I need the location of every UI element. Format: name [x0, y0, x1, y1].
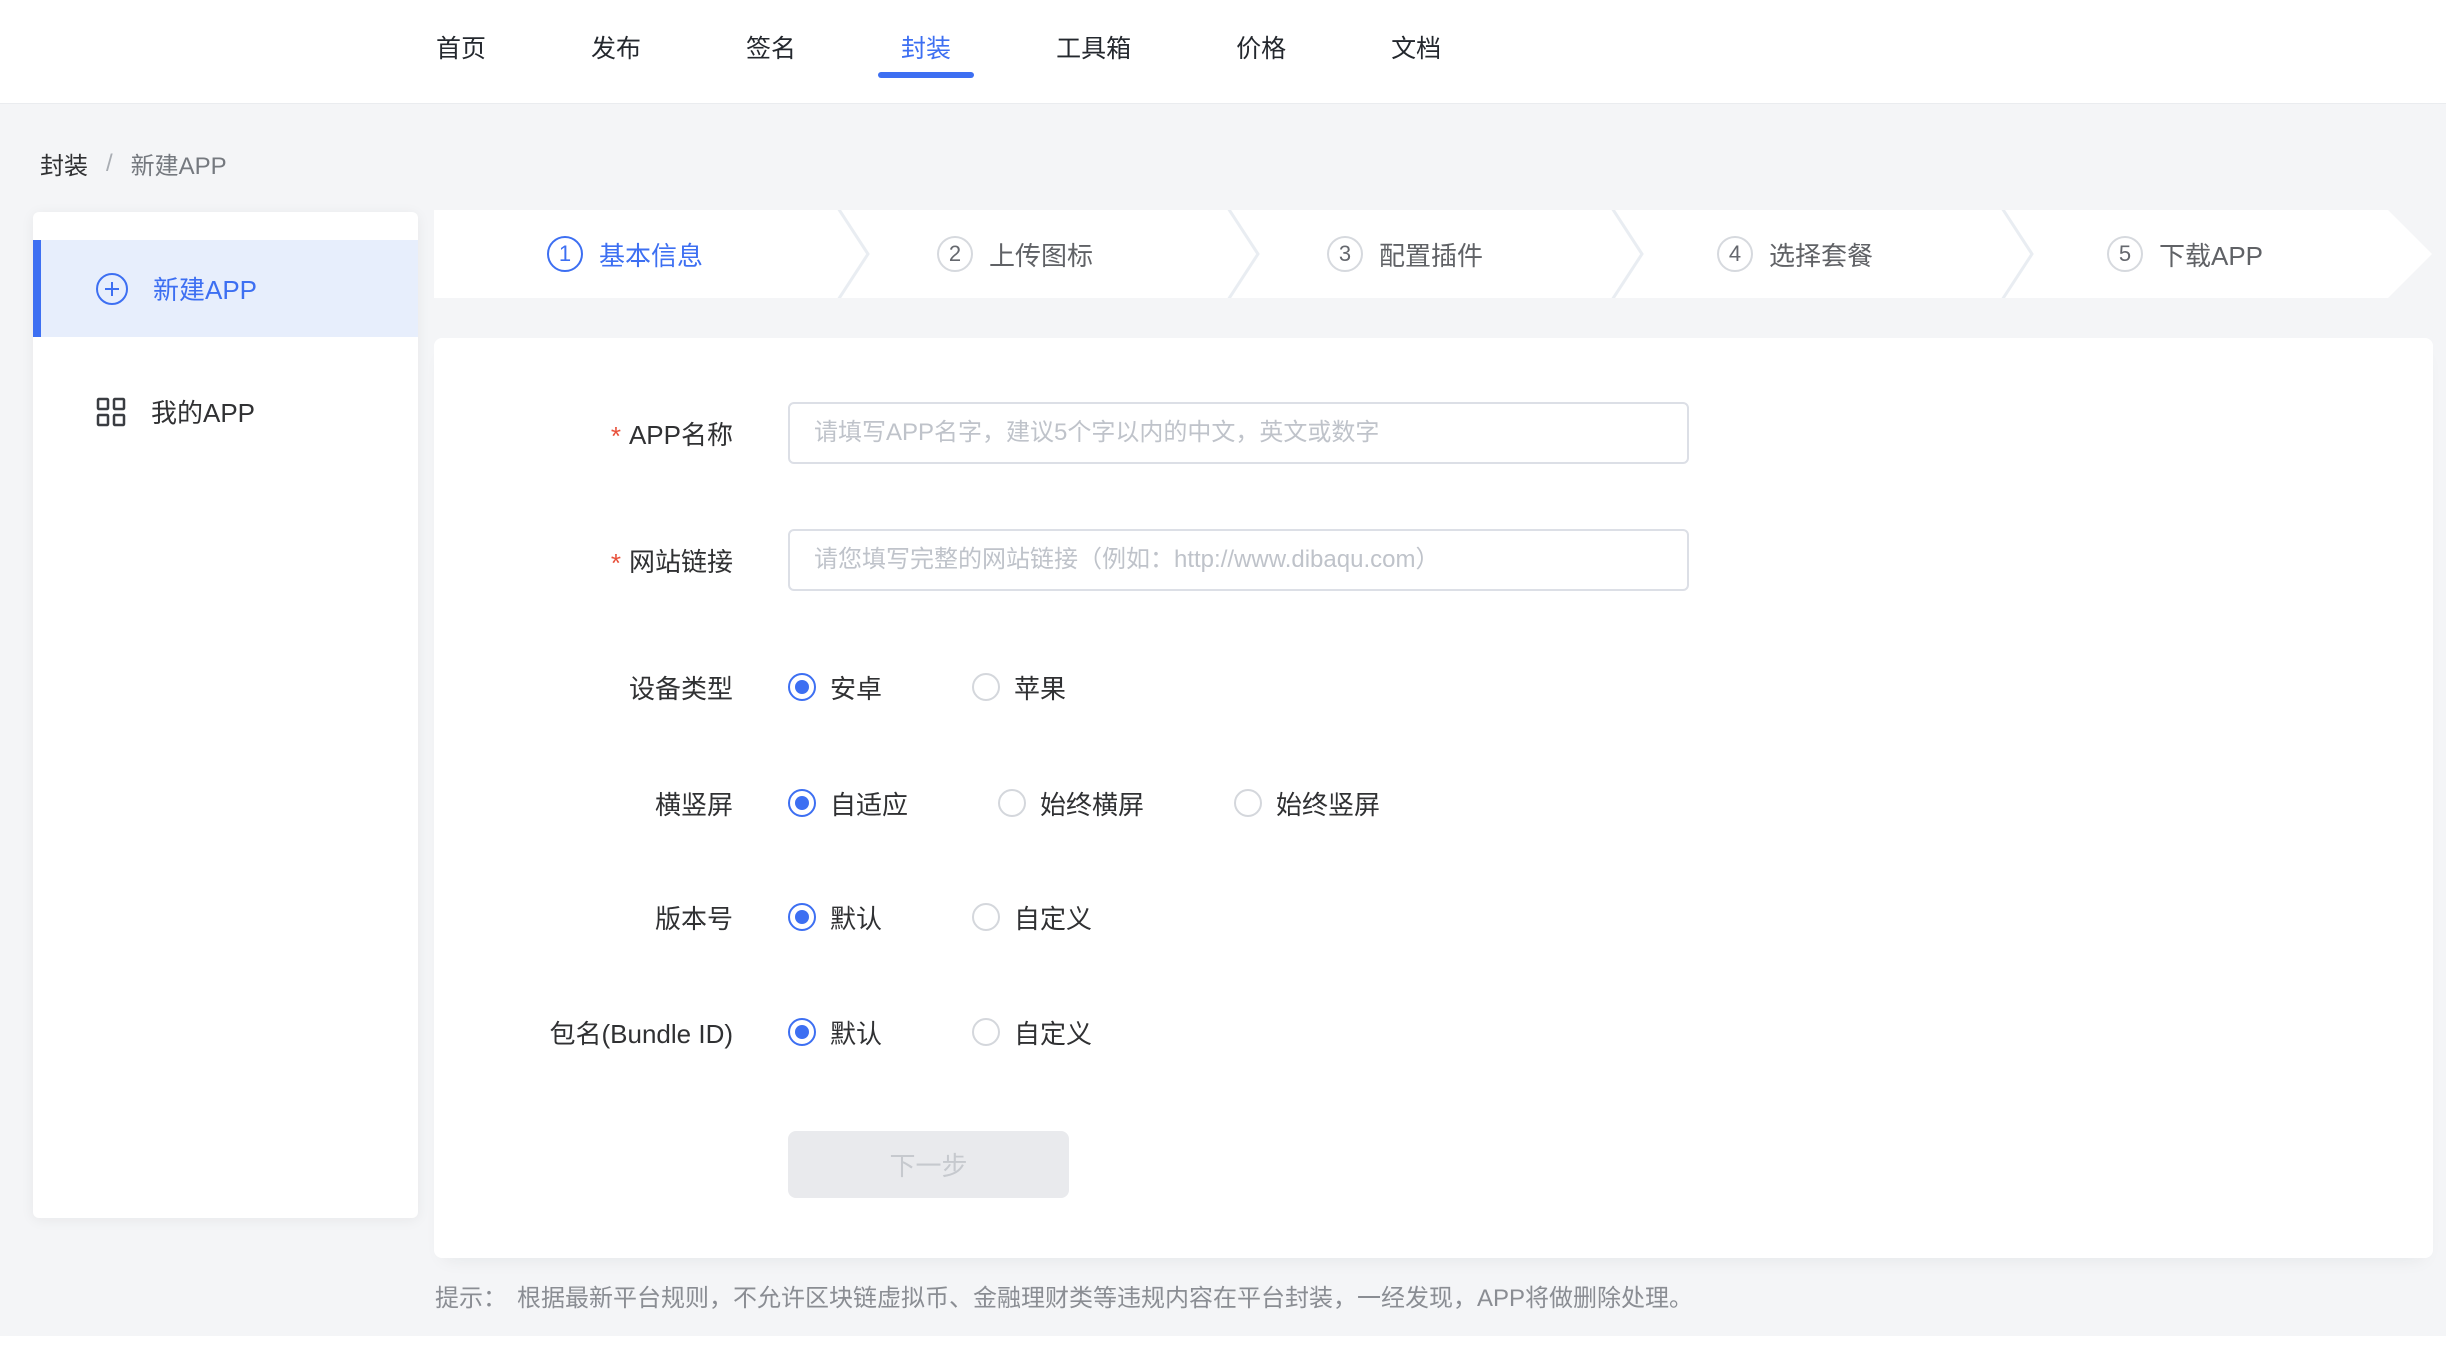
hint-prefix: 提示： [435, 1278, 507, 1313]
sidebar: 新建APP 我的APP [33, 212, 418, 1218]
form-row-orientation: 横竖屏 自适应 始终横屏 始终竖屏 [434, 785, 2433, 821]
radio-version-custom[interactable]: 自定义 [972, 899, 1092, 936]
radio-label: 默认 [830, 899, 882, 936]
step-label: 上传图标 [989, 236, 1093, 273]
nav-item-price[interactable]: 价格 [1236, 0, 1286, 103]
radio-label: 安卓 [830, 669, 882, 706]
radio-icon [788, 903, 816, 931]
breadcrumb-root[interactable]: 封装 [40, 146, 88, 181]
form-row-version: 版本号 默认 自定义 [434, 899, 2433, 935]
radio-label: 苹果 [1014, 669, 1066, 706]
radio-icon [972, 903, 1000, 931]
form-row-device-type: 设备类型 安卓 苹果 [434, 669, 2433, 705]
new-app-form-card: * APP名称 * 网站链接 设备类型 安卓 苹果 [434, 338, 2433, 1258]
form-row-bundle-id: 包名(Bundle ID) 默认 自定义 [434, 1014, 2433, 1050]
radio-label: 自定义 [1014, 1014, 1092, 1051]
field-label-text: 设备类型 [629, 669, 733, 706]
radio-icon [1234, 789, 1262, 817]
hint-text: 根据最新平台规则，不允许区块链虚拟币、金融理财类等违规内容在平台封装，一经发现，… [517, 1278, 1693, 1313]
field-label-text: 网站链接 [629, 542, 733, 579]
plus-circle-icon [95, 272, 129, 306]
field-label: * APP名称 [434, 415, 733, 452]
step-1-basic-info: 1 基本信息 [547, 210, 703, 298]
radio-orientation-landscape[interactable]: 始终横屏 [998, 785, 1144, 822]
radio-icon [972, 1018, 1000, 1046]
steps-wizard: 1 基本信息 2 上传图标 3 配置插件 4 选择套餐 5 下载APP [434, 210, 2446, 298]
radio-orientation-auto[interactable]: 自适应 [788, 785, 908, 822]
radio-icon [788, 673, 816, 701]
radio-bundle-custom[interactable]: 自定义 [972, 1014, 1092, 1051]
step-label: 下载APP [2159, 236, 2263, 273]
website-url-input[interactable] [788, 529, 1689, 591]
nav-item-docs[interactable]: 文档 [1391, 0, 1441, 103]
field-label-text: 横竖屏 [655, 785, 733, 822]
nav-item-home[interactable]: 首页 [436, 0, 486, 103]
step-4-choose-plan: 4 选择套餐 [1717, 210, 1873, 298]
platform-rule-hint: 提示： 根据最新平台规则，不允许区块链虚拟币、金融理财类等违规内容在平台封装，一… [435, 1278, 1693, 1313]
radio-icon [788, 789, 816, 817]
breadcrumb: 封装 / 新建APP [40, 146, 227, 181]
sidebar-item-new-app[interactable]: 新建APP [33, 240, 418, 337]
field-label-text: 包名(Bundle ID) [550, 1014, 734, 1051]
step-3-configure-plugins: 3 配置插件 [1327, 210, 1483, 298]
radio-version-default[interactable]: 默认 [788, 899, 882, 936]
step-number: 3 [1327, 236, 1363, 272]
top-header: 首页 发布 签名 封装 工具箱 价格 文档 [0, 0, 2446, 104]
radio-icon [972, 673, 1000, 701]
radio-device-android[interactable]: 安卓 [788, 669, 882, 706]
step-number: 5 [2107, 236, 2143, 272]
app-name-input[interactable] [788, 402, 1689, 464]
field-label: * 网站链接 [434, 542, 733, 579]
breadcrumb-separator: / [106, 150, 113, 178]
form-row-app-name: * APP名称 [434, 402, 2433, 464]
field-label: 包名(Bundle ID) [434, 1014, 733, 1051]
breadcrumb-current: 新建APP [131, 146, 227, 181]
main-nav: 首页 发布 签名 封装 工具箱 价格 文档 [436, 0, 1441, 103]
radio-label: 始终横屏 [1040, 785, 1144, 822]
step-number: 2 [937, 236, 973, 272]
field-label: 设备类型 [434, 669, 733, 706]
field-label: 版本号 [434, 899, 733, 936]
radio-label: 自适应 [830, 785, 908, 822]
bottom-strip [0, 1336, 2446, 1350]
step-number: 4 [1717, 236, 1753, 272]
radio-label: 自定义 [1014, 899, 1092, 936]
sidebar-item-my-apps[interactable]: 我的APP [33, 363, 418, 460]
radio-orientation-portrait[interactable]: 始终竖屏 [1234, 785, 1380, 822]
sidebar-item-label: 新建APP [153, 270, 257, 307]
nav-item-publish[interactable]: 发布 [591, 0, 641, 103]
radio-label: 始终竖屏 [1276, 785, 1380, 822]
step-number: 1 [547, 236, 583, 272]
nav-item-package[interactable]: 封装 [901, 0, 951, 103]
step-label: 配置插件 [1379, 236, 1483, 273]
radio-icon [998, 789, 1026, 817]
radio-icon [788, 1018, 816, 1046]
field-label-text: 版本号 [655, 899, 733, 936]
form-row-website-url: * 网站链接 [434, 529, 2433, 591]
step-2-upload-icon: 2 上传图标 [937, 210, 1093, 298]
nav-item-sign[interactable]: 签名 [746, 0, 796, 103]
step-label: 选择套餐 [1769, 236, 1873, 273]
required-asterisk: * [611, 550, 621, 576]
radio-label: 默认 [830, 1014, 882, 1051]
radio-device-ios[interactable]: 苹果 [972, 669, 1066, 706]
field-label-text: APP名称 [629, 415, 733, 452]
radio-bundle-default[interactable]: 默认 [788, 1014, 882, 1051]
grid-icon [95, 396, 127, 428]
next-step-button[interactable]: 下一步 [788, 1131, 1069, 1198]
sidebar-item-label: 我的APP [151, 393, 255, 430]
field-label: 横竖屏 [434, 785, 733, 822]
nav-item-toolbox[interactable]: 工具箱 [1056, 0, 1131, 103]
step-label: 基本信息 [599, 236, 703, 273]
step-5-download-app: 5 下载APP [2107, 210, 2263, 298]
required-asterisk: * [611, 423, 621, 449]
